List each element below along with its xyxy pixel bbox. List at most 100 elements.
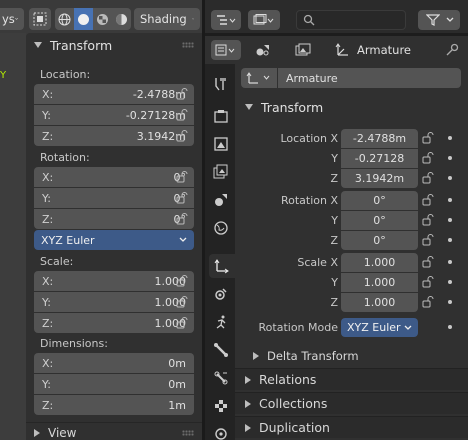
- keyframe-dot[interactable]: [448, 300, 452, 304]
- scene-crumb[interactable]: [255, 36, 271, 64]
- material-shading-button[interactable]: [93, 8, 112, 30]
- tab-object-data[interactable]: [209, 338, 233, 362]
- lock-icon[interactable]: [176, 275, 188, 287]
- prop-scale-z-field[interactable]: 1.000: [341, 293, 418, 312]
- lock-icon[interactable]: [176, 130, 188, 142]
- prop-scale-x-field[interactable]: 1.000: [341, 253, 418, 272]
- solid-shading-button[interactable]: [74, 8, 93, 30]
- prop-rotation-x-field[interactable]: 0°: [341, 191, 418, 210]
- keyframe-dot[interactable]: [448, 218, 452, 222]
- lock-icon[interactable]: [422, 276, 434, 288]
- keyframe-dot[interactable]: [448, 238, 452, 242]
- tab-object[interactable]: [209, 254, 235, 278]
- dimensions-y-field[interactable]: Y: 0m: [34, 374, 194, 394]
- mode-dropdown[interactable]: ys: [0, 8, 24, 30]
- transform-section-header[interactable]: Transform: [235, 96, 468, 118]
- prop-scale-y-field[interactable]: 1.000: [341, 273, 418, 292]
- tab-texture[interactable]: [209, 394, 233, 418]
- filter-button[interactable]: [418, 10, 460, 30]
- editor-type-button[interactable]: [211, 10, 241, 30]
- prop-rotation-z-field[interactable]: 0°: [341, 231, 418, 250]
- keyframe-dot[interactable]: [448, 156, 452, 160]
- location-y-field[interactable]: Y: -0.27128m: [34, 105, 194, 125]
- context-row: Armature: [241, 68, 461, 88]
- axis-label: X:: [42, 356, 54, 370]
- keyframe-dot[interactable]: [448, 136, 452, 140]
- tab-scene[interactable]: [209, 188, 233, 212]
- lock-icon[interactable]: [422, 256, 434, 268]
- 3d-viewport[interactable]: Y ys Shading Transform Location: X: -2.4…: [0, 0, 205, 440]
- lock-icon[interactable]: [422, 234, 434, 246]
- lock-icon[interactable]: [422, 132, 434, 144]
- context-name-field[interactable]: Armature: [278, 68, 461, 88]
- lock-icon[interactable]: [422, 172, 434, 184]
- drag-grip-icon[interactable]: [182, 42, 194, 48]
- lock-icon[interactable]: [176, 213, 188, 225]
- relations-section-header[interactable]: Relations: [235, 368, 468, 390]
- rotation-z-field[interactable]: Z: 0°: [34, 209, 194, 229]
- lock-icon[interactable]: [176, 171, 188, 183]
- scale-x-field[interactable]: X: 1.000: [34, 271, 194, 291]
- lock-icon[interactable]: [422, 296, 434, 308]
- pin-icon: [446, 43, 459, 56]
- lock-icon[interactable]: [176, 109, 188, 121]
- tab-tool[interactable]: [209, 72, 233, 96]
- prop-location-y-field[interactable]: -0.27128: [341, 149, 418, 168]
- scale-z-field[interactable]: Z: 1.000: [34, 313, 194, 333]
- tab-render[interactable]: [209, 104, 233, 128]
- rotation-y-field[interactable]: Y: 0°: [34, 188, 194, 208]
- collections-section-header[interactable]: Collections: [235, 392, 468, 414]
- keyframe-dot[interactable]: [448, 198, 452, 202]
- rotation-y-label: Y: [331, 214, 338, 227]
- lock-icon[interactable]: [422, 214, 434, 226]
- blender-window: Y ys Shading Transform Location: X: -2.4…: [0, 0, 468, 440]
- keyframe-dot[interactable]: [448, 260, 452, 264]
- tab-modifiers[interactable]: [209, 282, 233, 306]
- scale-y-field[interactable]: Y: 1.000: [34, 292, 194, 312]
- context-type-button[interactable]: [241, 68, 277, 88]
- lock-icon[interactable]: [176, 296, 188, 308]
- tab-bone[interactable]: [209, 366, 233, 390]
- dimensions-x-field[interactable]: X: 0m: [34, 353, 194, 373]
- tab-view-layer[interactable]: [209, 160, 233, 184]
- lock-icon[interactable]: [176, 88, 188, 100]
- prop-location-z-field[interactable]: 3.1942m: [341, 169, 418, 188]
- display-mode-button[interactable]: [248, 10, 280, 30]
- location-x-field[interactable]: X: -2.4788m: [34, 84, 194, 104]
- drag-grip-icon[interactable]: [182, 430, 194, 436]
- sidebar-transform-header[interactable]: Transform: [26, 33, 202, 57]
- keyframe-dot[interactable]: [448, 176, 452, 180]
- rotation-mode-dropdown[interactable]: XYZ Euler: [34, 230, 194, 250]
- dimensions-z-field[interactable]: Z: 1m: [34, 395, 194, 415]
- prop-location-x-field[interactable]: -2.4788m: [341, 129, 418, 148]
- keyframe-dot[interactable]: [448, 280, 452, 284]
- viewport-canvas[interactable]: [0, 33, 26, 440]
- sidebar-view-header[interactable]: View: [26, 422, 202, 440]
- prop-rotation-y-field[interactable]: 0°: [341, 211, 418, 230]
- lock-icon[interactable]: [176, 192, 188, 204]
- xray-toggle[interactable]: [29, 8, 51, 30]
- rendered-shading-button[interactable]: [112, 8, 131, 30]
- rotation-x-field[interactable]: X: 0°: [34, 167, 194, 187]
- lock-icon[interactable]: [422, 194, 434, 206]
- expand-triangle-icon: [34, 42, 42, 48]
- collapsed-triangle-icon: [253, 352, 259, 360]
- tab-constraints[interactable]: [209, 422, 233, 440]
- tab-physics[interactable]: [209, 310, 233, 334]
- delta-transform-header[interactable]: Delta Transform: [253, 346, 359, 366]
- location-z-field[interactable]: Z: 3.1942m: [34, 126, 194, 146]
- keyframe-dot[interactable]: [448, 325, 452, 329]
- wireframe-shading-button[interactable]: [55, 8, 74, 30]
- lock-icon[interactable]: [422, 152, 434, 164]
- view-layer-crumb[interactable]: [295, 36, 311, 64]
- outliner-search-input[interactable]: [296, 10, 406, 30]
- tab-world[interactable]: [209, 216, 233, 240]
- properties-editor-type-button[interactable]: [211, 40, 241, 60]
- tab-output[interactable]: [209, 132, 233, 156]
- axis-label: Z:: [42, 212, 54, 226]
- lock-icon[interactable]: [176, 317, 188, 329]
- duplication-section-header[interactable]: Duplication: [235, 416, 468, 438]
- prop-rotation-mode-dropdown[interactable]: XYZ Euler: [341, 318, 418, 337]
- pin-button[interactable]: [445, 36, 459, 64]
- shading-dropdown[interactable]: Shading: [134, 8, 200, 30]
